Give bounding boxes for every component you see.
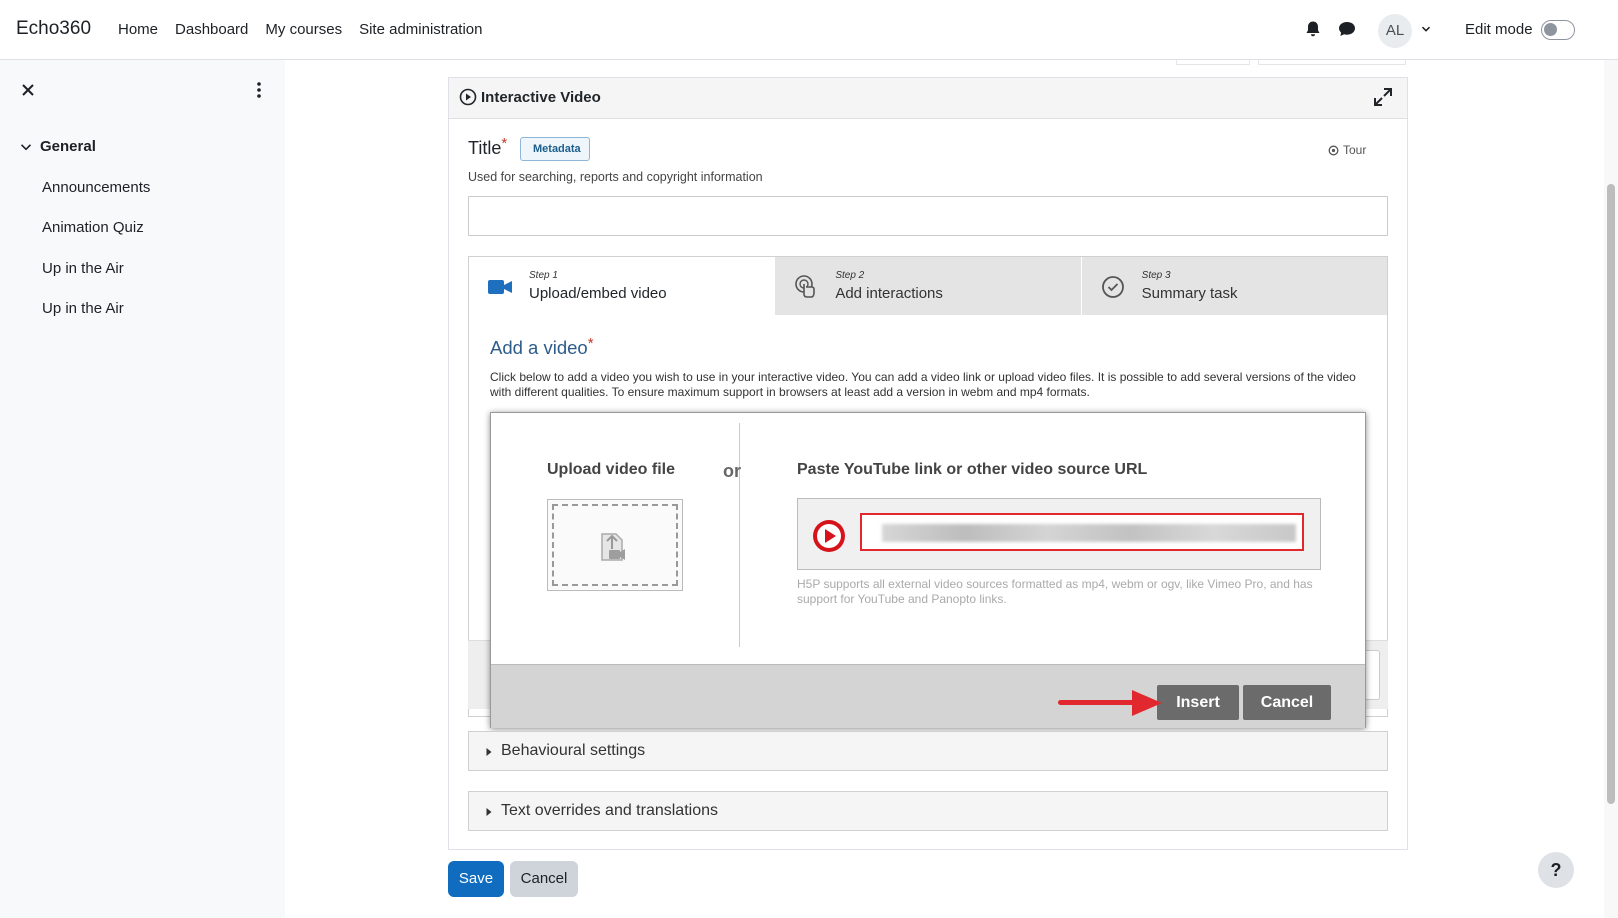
- or-separator: or: [723, 461, 741, 481]
- add-video-dialog: Upload video file or Paste YouTube link …: [490, 412, 1366, 728]
- scrollbar-thumb[interactable]: [1607, 184, 1615, 804]
- check-circle-icon: [1101, 276, 1124, 298]
- section-general[interactable]: General: [20, 138, 96, 155]
- step-label: Upload/embed video: [529, 285, 667, 302]
- video-url-input[interactable]: [860, 513, 1304, 551]
- dialog-footer: Insert Cancel: [491, 664, 1365, 728]
- nav-dashboard[interactable]: Dashboard: [175, 21, 248, 38]
- help-button[interactable]: ?: [1538, 852, 1574, 888]
- insert-button[interactable]: Insert: [1157, 685, 1239, 720]
- url-hint-text: H5P supports all external video sources …: [797, 577, 1313, 606]
- course-index-drawer: General Announcements Animation Quiz Up …: [0, 60, 285, 918]
- sidebar-item-announcements[interactable]: Announcements: [42, 179, 150, 196]
- section-label: General: [40, 138, 96, 155]
- play-circle-icon: [459, 88, 477, 106]
- upload-video-file-icon: [601, 533, 625, 561]
- step-tab-summary-task[interactable]: Step 3 Summary task: [1080, 257, 1387, 315]
- card-header: Interactive Video: [449, 78, 1407, 119]
- caret-right-icon: [486, 748, 492, 756]
- nav-home[interactable]: Home: [118, 21, 158, 38]
- accordion-label: Behavioural settings: [501, 742, 646, 759]
- edit-mode-toggle[interactable]: [1541, 20, 1575, 40]
- sidebar-item-up-in-the-air[interactable]: Up in the Air: [42, 260, 124, 277]
- title-label-text: Title: [468, 138, 502, 158]
- nav-my-courses[interactable]: My courses: [265, 21, 342, 38]
- notifications-bell-icon[interactable]: [1304, 20, 1322, 38]
- tour-label: Tour: [1343, 143, 1367, 157]
- step-tab-upload-embed-video[interactable]: Step 1 Upload/embed video: [469, 257, 775, 315]
- toggle-knob: [1544, 23, 1557, 36]
- primary-nav: Home Dashboard My courses Site administr…: [118, 21, 483, 38]
- chevron-down-icon[interactable]: [1421, 24, 1431, 34]
- site-brand[interactable]: Echo360: [16, 18, 91, 40]
- step-number: Step 2: [835, 270, 865, 281]
- user-avatar[interactable]: AL: [1378, 14, 1412, 48]
- target-icon: [1328, 145, 1339, 155]
- edit-mode-label: Edit mode: [1465, 21, 1533, 38]
- nav-site-administration[interactable]: Site administration: [359, 21, 482, 38]
- sidebar-item-animation-quiz[interactable]: Animation Quiz: [42, 219, 144, 236]
- step-tabs: Step 1 Upload/embed video Step 2 Add int…: [469, 257, 1387, 315]
- title-field-description: Used for searching, reports and copyrigh…: [468, 170, 763, 184]
- fullscreen-expand-icon[interactable]: [1373, 87, 1393, 107]
- step-tab-add-interactions[interactable]: Step 2 Add interactions: [774, 257, 1081, 315]
- required-asterisk: *: [587, 335, 594, 352]
- accordion-label: Text overrides and translations: [501, 802, 718, 819]
- title-input[interactable]: [468, 196, 1388, 236]
- add-video-heading: Add a video*: [490, 335, 594, 359]
- url-input-container: [797, 498, 1321, 570]
- metadata-button[interactable]: Metadata: [520, 137, 590, 161]
- sidebar-item-up-in-the-air-2[interactable]: Up in the Air: [42, 300, 124, 317]
- add-video-description: Click below to add a video you wish to u…: [490, 370, 1356, 399]
- red-arrow-annotation: [1058, 690, 1162, 716]
- tour-button[interactable]: Tour: [1328, 143, 1366, 157]
- step-number: Step 3: [1141, 270, 1171, 281]
- dialog-divider: [739, 423, 740, 647]
- youtube-play-icon: [813, 520, 845, 552]
- partial-button-fragment: [1258, 60, 1406, 65]
- partial-button-fragment: [1176, 60, 1250, 65]
- top-navbar: Echo360 Home Dashboard My courses Site a…: [0, 0, 1618, 60]
- upload-video-dropzone[interactable]: [547, 499, 683, 591]
- save-button[interactable]: Save: [448, 861, 504, 897]
- more-options-icon[interactable]: [254, 80, 264, 100]
- text-overrides-accordion[interactable]: Text overrides and translations: [468, 791, 1388, 831]
- paste-url-title: Paste YouTube link or other video source…: [797, 461, 1148, 478]
- step-label: Add interactions: [835, 285, 943, 302]
- dialog-cancel-button[interactable]: Cancel: [1243, 685, 1331, 720]
- blurred-url-text: [882, 524, 1296, 542]
- title-field-label: Title*: [468, 135, 508, 159]
- caret-right-icon: [486, 808, 492, 816]
- chevron-down-icon: [20, 143, 32, 150]
- messages-chat-icon[interactable]: [1337, 20, 1357, 38]
- step-number: Step 1: [529, 270, 558, 281]
- close-icon[interactable]: [20, 82, 36, 98]
- upload-video-title: Upload video file: [547, 461, 676, 478]
- add-video-title: Add a video: [490, 337, 588, 358]
- content-type-title: Interactive Video: [481, 89, 601, 106]
- behavioural-settings-accordion[interactable]: Behavioural settings: [468, 731, 1388, 771]
- touch-interaction-icon: [795, 275, 816, 298]
- cancel-button[interactable]: Cancel: [510, 861, 578, 897]
- required-asterisk: *: [501, 135, 508, 152]
- video-camera-icon: [488, 280, 512, 294]
- step-label: Summary task: [1141, 285, 1238, 302]
